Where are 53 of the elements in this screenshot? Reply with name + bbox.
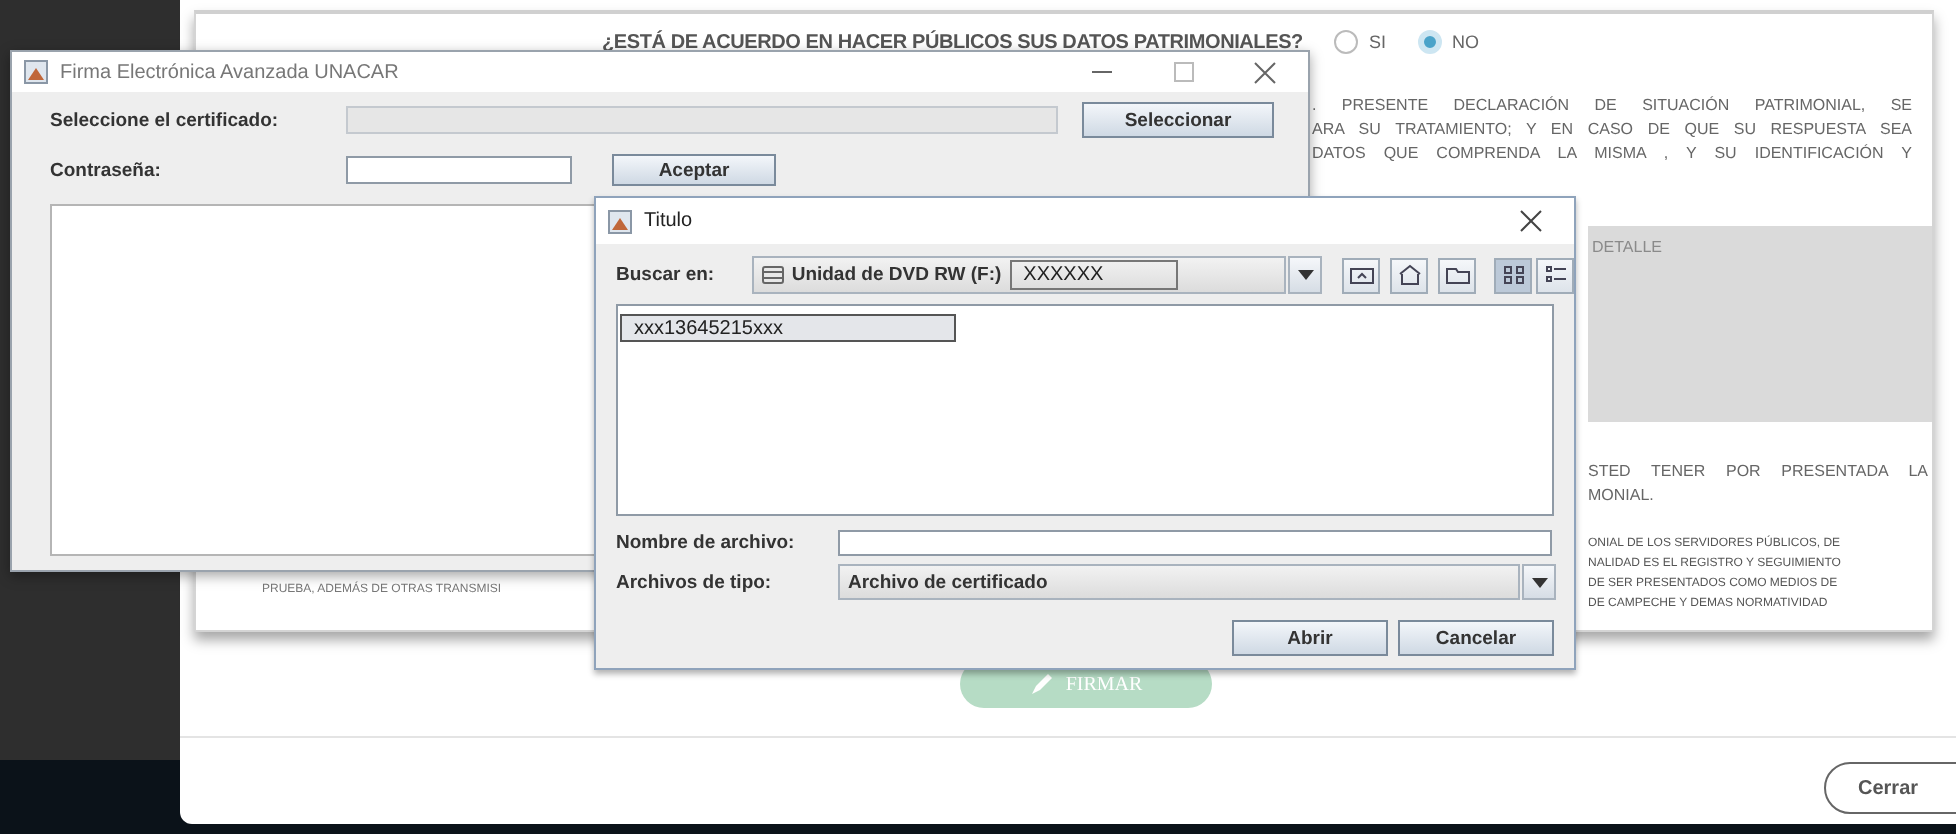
caret-icon (1297, 270, 1314, 280)
maximize-icon (1174, 62, 1194, 82)
window-title: Firma Electrónica Avanzada UNACAR (60, 61, 399, 83)
dialog-button[interactable]: Cancelar (1398, 620, 1554, 656)
paragraph-line: MONIAL. (1588, 484, 1656, 508)
dropdown-button[interactable] (1522, 564, 1556, 600)
file-item[interactable]: xxx13645215xxx (620, 314, 956, 342)
field-label: Archivos de tipo: (616, 571, 774, 593)
file-name-field[interactable] (838, 529, 1552, 555)
dropdown-value: Archivo de certificado (848, 571, 1048, 593)
dropdown-button[interactable] (1288, 256, 1322, 294)
caret-icon (1531, 577, 1547, 587)
home-icon (1395, 262, 1423, 288)
close-button[interactable]: Cerrar (1824, 762, 1956, 814)
field-label: Contraseña: (50, 159, 163, 181)
paragraph-line: STED TENER POR PRESENTADA LA (1588, 460, 1928, 484)
folder-up-icon (1347, 262, 1375, 288)
drive-icon (761, 266, 784, 284)
dialog-button[interactable]: Abrir (1232, 620, 1388, 656)
paragraph-line: DATOS QUE COMPRENDA LA MISMA , Y SU IDENTIFICACIÓN Y (1312, 142, 1912, 166)
radio-option[interactable]: SI (1334, 30, 1386, 54)
toolbar-button[interactable] (1342, 257, 1380, 293)
question-text: ¿ESTÁ DE ACUERDO EN HACER PÚBLICOS SUS DATOS PATRIMONIALES? (602, 31, 1303, 53)
radio-button[interactable] (1417, 30, 1442, 54)
toolbar-button[interactable] (1390, 257, 1428, 293)
paragraph-line: ARA SU TRATAMIENTO; Y EN CASO DE QUE SU RESPUESTA SEA (1312, 118, 1912, 142)
view-toggle[interactable] (1494, 257, 1532, 293)
close-icon (1520, 210, 1542, 232)
radio-option[interactable]: NO (1417, 30, 1479, 54)
look-in-dropdown[interactable]: Unidad de DVD RW (F:) XXXXXX (751, 256, 1287, 294)
grid-view-icon (1499, 262, 1527, 288)
field-label: Nombre de archivo: (616, 531, 797, 553)
window-icon (608, 209, 632, 233)
field-label: Buscar en: (616, 264, 717, 286)
window-title: Titulo (644, 210, 693, 232)
list-view-icon (1541, 262, 1569, 288)
toolbar-button[interactable] (1438, 257, 1476, 293)
field-label: Seleccione el certificado: (50, 109, 281, 131)
new-folder-icon (1443, 262, 1471, 288)
path-field: XXXXXX (1009, 260, 1178, 290)
password-field[interactable] (346, 156, 572, 184)
close-icon (1254, 61, 1276, 83)
select-button[interactable]: Seleccionar (1082, 102, 1274, 138)
window-icon (24, 60, 48, 84)
dropdown-value: Unidad de DVD RW (F:) (791, 264, 1002, 286)
view-toggle[interactable] (1536, 257, 1574, 293)
radio-label: NO (1451, 32, 1479, 52)
accept-button[interactable]: Aceptar (612, 154, 776, 186)
paragraph-line: . PRESENTE DECLARACIÓN DE SITUACIÓN PATRIMONIAL, SE (1312, 94, 1912, 118)
radio-button[interactable] (1334, 30, 1359, 54)
radio-label: SI (1368, 32, 1386, 52)
detail-label: DETALLE (1592, 238, 1662, 256)
file-type-dropdown[interactable]: Archivo de certificado (838, 564, 1520, 600)
